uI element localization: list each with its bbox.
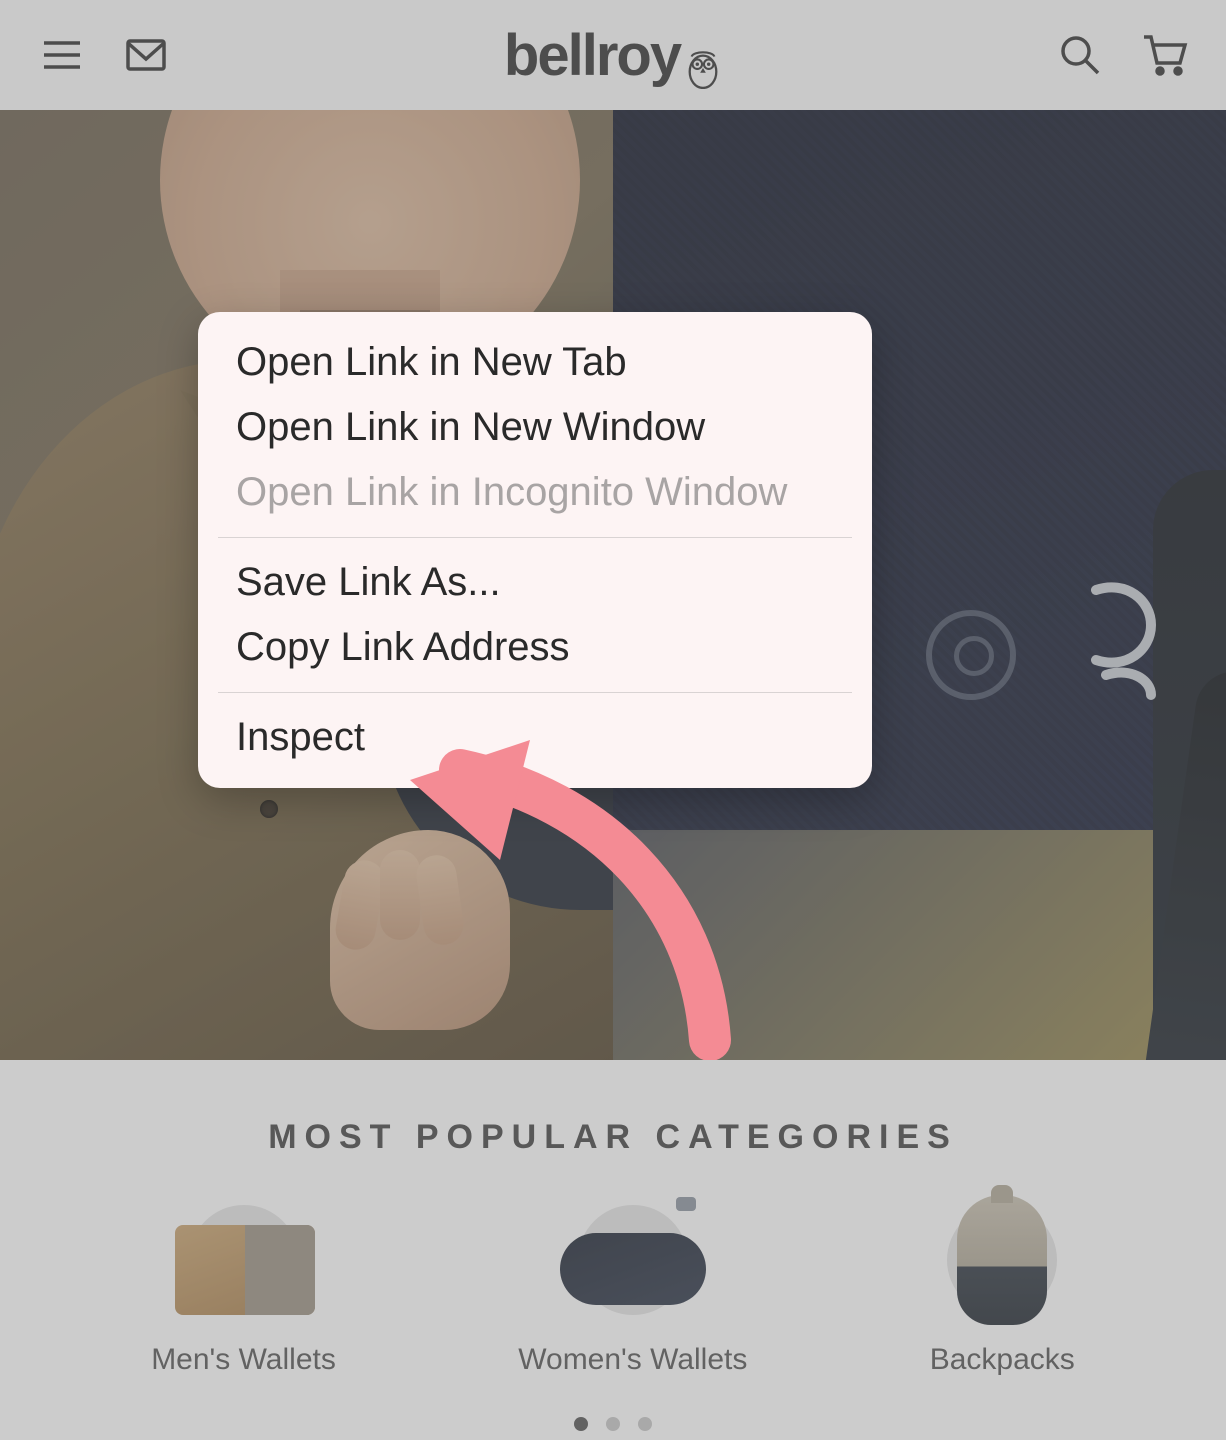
context-menu: Open Link in New Tab Open Link in New Wi… <box>198 312 872 788</box>
menu-copy-link-address[interactable]: Copy Link Address <box>198 615 872 680</box>
menu-separator <box>218 537 852 538</box>
menu-save-link-as[interactable]: Save Link As... <box>198 550 872 615</box>
menu-open-new-window[interactable]: Open Link in New Window <box>198 395 872 460</box>
menu-open-incognito: Open Link in Incognito Window <box>198 460 872 525</box>
menu-open-new-tab[interactable]: Open Link in New Tab <box>198 330 872 395</box>
menu-separator <box>218 692 852 693</box>
menu-inspect[interactable]: Inspect <box>198 705 872 770</box>
